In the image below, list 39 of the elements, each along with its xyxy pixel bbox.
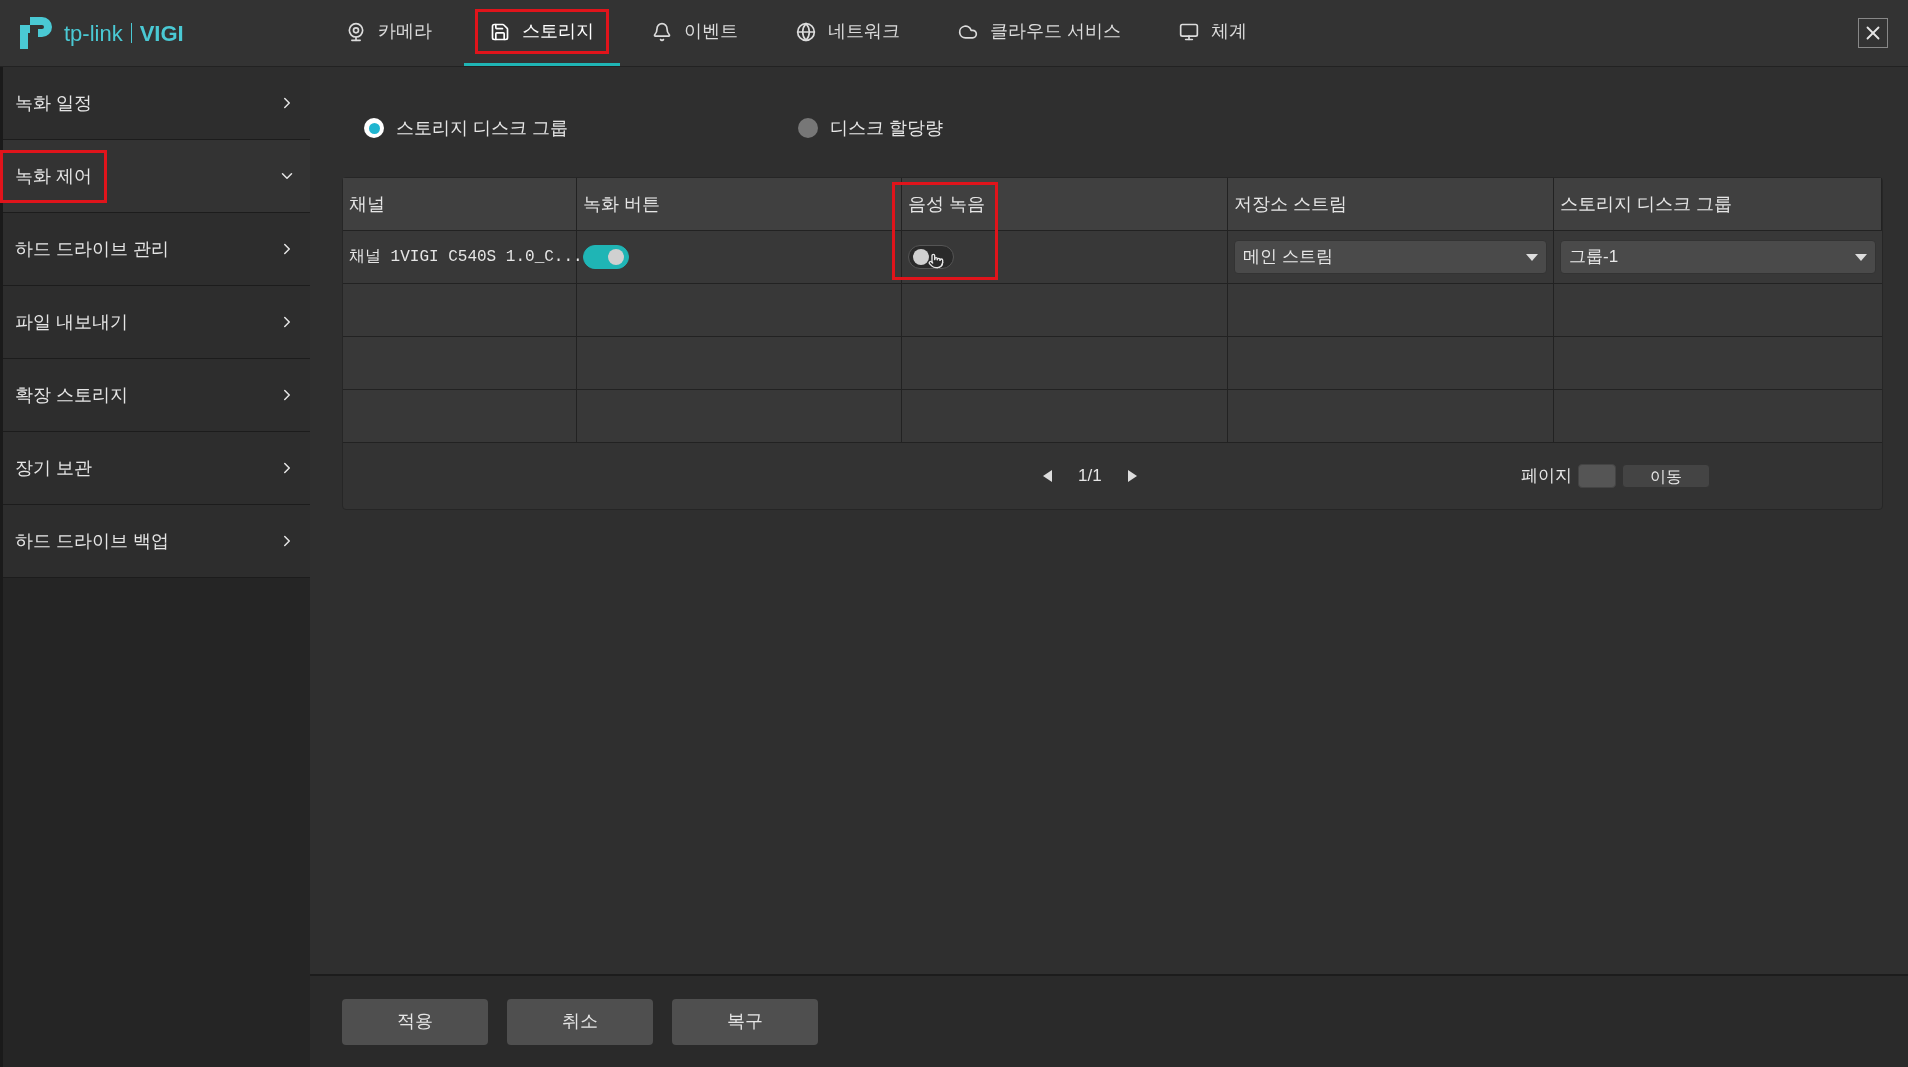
- action-button[interactable]: 복구: [672, 998, 818, 1045]
- sidebar-item[interactable]: 녹화 일정: [3, 67, 310, 140]
- sidebar-item[interactable]: 확장 스토리지: [3, 359, 310, 432]
- brand-name: tp-link: [64, 19, 123, 48]
- hand-cursor-icon: [928, 253, 944, 269]
- previous-page-icon[interactable]: [1043, 470, 1052, 482]
- radio-option[interactable]: 디스크 할당량: [798, 114, 944, 142]
- dropdown-field[interactable]: 그룹-1: [1560, 240, 1876, 274]
- nav-tab[interactable]: 스토리지: [464, 0, 620, 66]
- nav-tab[interactable]: 이벤트: [626, 0, 764, 66]
- nav-tab[interactable]: 네트워크: [770, 0, 926, 66]
- sidebar-item[interactable]: 파일 내보내기: [3, 286, 310, 359]
- globe-icon: [796, 21, 816, 42]
- go-button[interactable]: 이동: [1622, 464, 1710, 488]
- dropdown-field[interactable]: 메인 스트림: [1234, 240, 1547, 274]
- caret-icon: [1855, 253, 1867, 261]
- radio-option[interactable]: 스토리지 디스크 그룹: [364, 114, 568, 142]
- table-cell-text: 채널 1VIGI C540S 1.0_C...: [349, 247, 583, 268]
- sidebar-item[interactable]: 녹화 제어: [3, 140, 310, 213]
- monitor-icon: [1179, 21, 1199, 42]
- nav-tab[interactable]: 카메라: [320, 0, 458, 66]
- sidebar-item[interactable]: 하드 드라이브 관리: [3, 213, 310, 286]
- action-button[interactable]: 취소: [507, 998, 653, 1045]
- close-button[interactable]: [1858, 18, 1888, 48]
- sidebar-item[interactable]: 하드 드라이브 백업: [3, 505, 310, 578]
- nav-tab[interactable]: 체계: [1153, 0, 1273, 66]
- product-name: VIGI: [139, 19, 184, 48]
- page-label: 페이지: [1521, 465, 1572, 488]
- webcam-icon: [346, 21, 366, 42]
- page-indicator: 1/1: [1078, 465, 1102, 488]
- toggle-switch[interactable]: [583, 245, 629, 269]
- page-input[interactable]: [1578, 464, 1616, 488]
- bell-icon: [652, 21, 672, 42]
- toggle-switch[interactable]: [908, 245, 954, 269]
- caret-icon: [1526, 253, 1538, 261]
- action-button[interactable]: 적용: [342, 998, 488, 1045]
- sidebar-item[interactable]: 장기 보관: [3, 432, 310, 505]
- next-page-icon[interactable]: [1127, 470, 1137, 482]
- nav-tab[interactable]: 클라우드 서비스: [932, 0, 1147, 66]
